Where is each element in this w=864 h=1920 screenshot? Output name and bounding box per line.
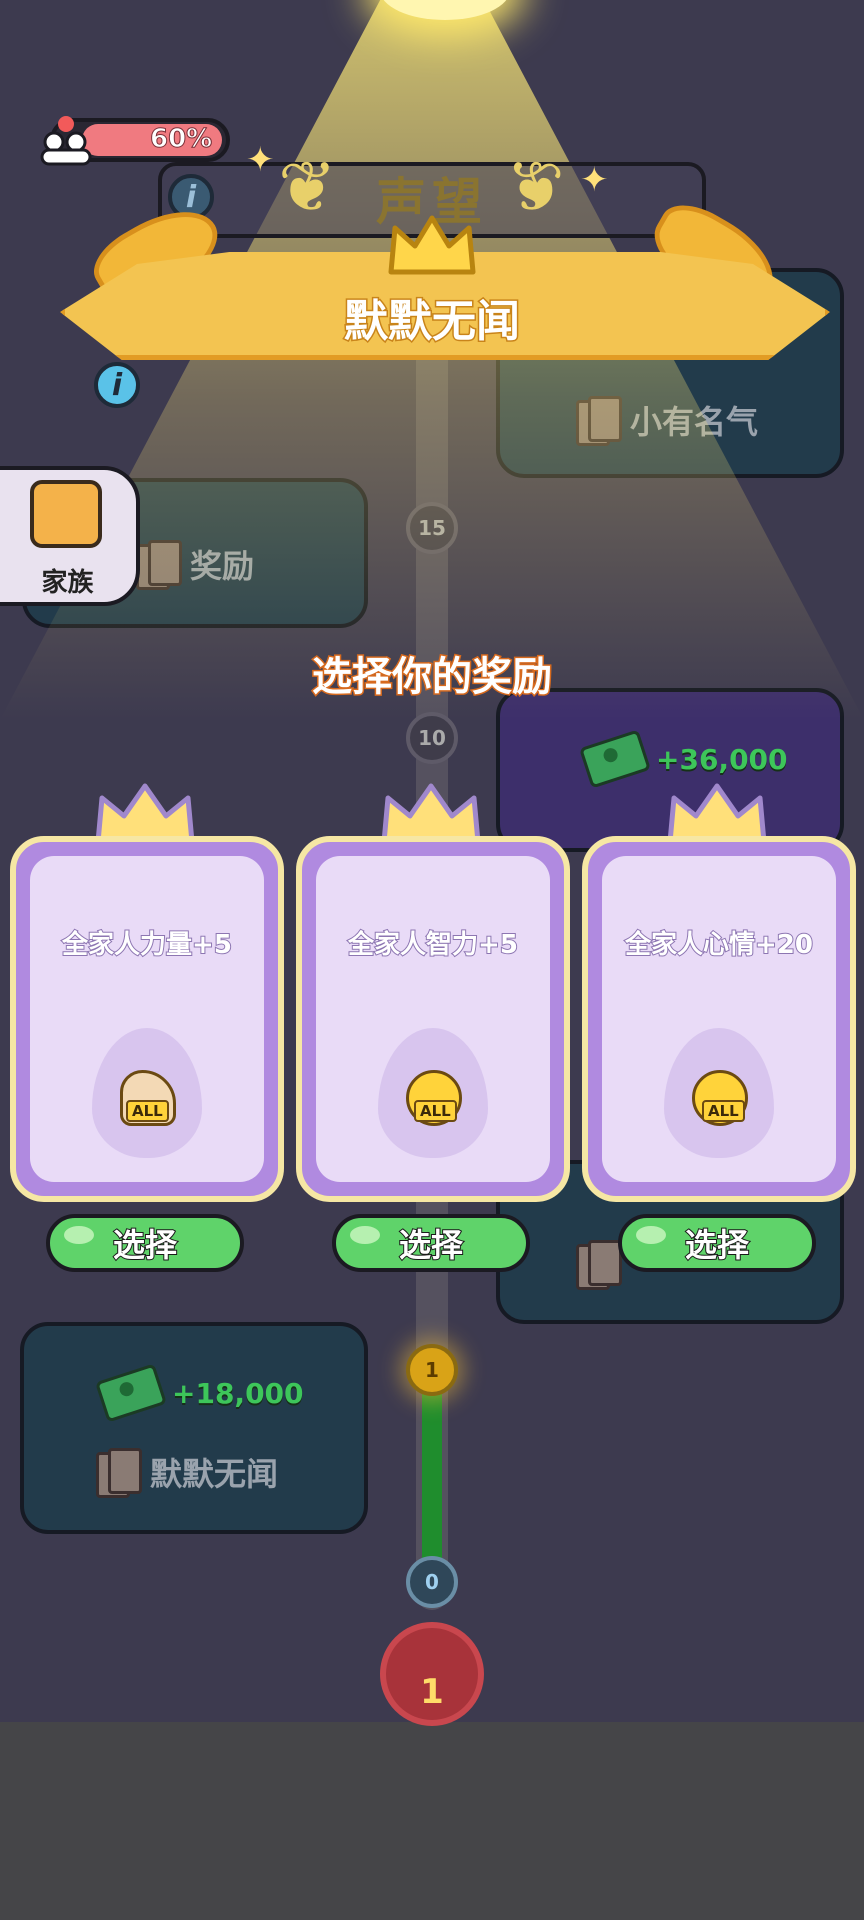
select-button-label: 选择 xyxy=(398,1225,464,1265)
laurel-left-icon: ❦ xyxy=(278,146,337,228)
family-happiness-percent: 60% xyxy=(149,124,213,155)
reward-row: 小有名气 xyxy=(576,396,759,446)
money-icon xyxy=(579,729,651,789)
sparkle-icon: ✦ xyxy=(580,160,609,200)
family-avatar xyxy=(30,480,102,548)
select-button-label: 选择 xyxy=(112,1225,178,1265)
reward-bubble-1 xyxy=(20,1322,368,1534)
cards-icon xyxy=(576,396,622,446)
bottom-area xyxy=(0,1722,864,1920)
select-button-3[interactable]: 选择 xyxy=(618,1214,816,1272)
reward-label: 奖励 xyxy=(190,547,255,585)
cards-icon xyxy=(136,540,182,590)
rank-crown-badge: 1 xyxy=(380,1622,484,1726)
reward-label: 小有名气 xyxy=(630,403,759,441)
progress-track-fill xyxy=(422,1372,442,1582)
select-button-label: 选择 xyxy=(684,1225,750,1265)
all-badge: ALL xyxy=(702,1100,745,1122)
choose-reward-title: 选择你的奖励 xyxy=(311,653,554,702)
reward-label: 默默无闻 xyxy=(150,1455,279,1493)
all-badge: ALL xyxy=(126,1100,169,1122)
all-badge: ALL xyxy=(414,1100,457,1122)
cards-icon xyxy=(96,1448,142,1498)
reward-card-text: 全家人智力+5 xyxy=(347,929,519,961)
milestone-node-10[interactable]: 10 xyxy=(406,712,458,764)
cards-icon xyxy=(576,1240,622,1290)
select-button-1[interactable]: 选择 xyxy=(46,1214,244,1272)
reward-row: +18,000 xyxy=(95,1363,304,1423)
reward-card-text: 全家人力量+5 xyxy=(61,929,233,961)
laurel-right-icon: ❦ xyxy=(506,146,565,228)
reward-row: 奖励 xyxy=(136,540,255,590)
select-button-2[interactable]: 选择 xyxy=(332,1214,530,1272)
top-light xyxy=(380,0,510,20)
milestone-node-0[interactable]: 0 xyxy=(406,1556,458,1608)
reward-row: +36,000 xyxy=(579,729,788,789)
reward-money: +18,000 xyxy=(172,1376,304,1410)
reward-card-text: 全家人心情+20 xyxy=(624,929,814,961)
sparkle-icon: ✦ xyxy=(246,140,275,180)
info-button[interactable]: i xyxy=(94,362,140,408)
family-icon xyxy=(40,116,92,166)
milestone-node-1[interactable]: 1 xyxy=(406,1344,458,1396)
milestone-node-15[interactable]: 15 xyxy=(406,502,458,554)
family-button-label: 家族 xyxy=(41,568,94,598)
rank-crown-value: 1 xyxy=(420,1672,444,1712)
crown-icon xyxy=(388,215,476,275)
reward-row: 默默无闻 xyxy=(96,1448,279,1498)
rank-title: 默默无闻 xyxy=(343,295,522,349)
reward-money: +36,000 xyxy=(656,742,788,776)
money-icon xyxy=(95,1363,167,1423)
